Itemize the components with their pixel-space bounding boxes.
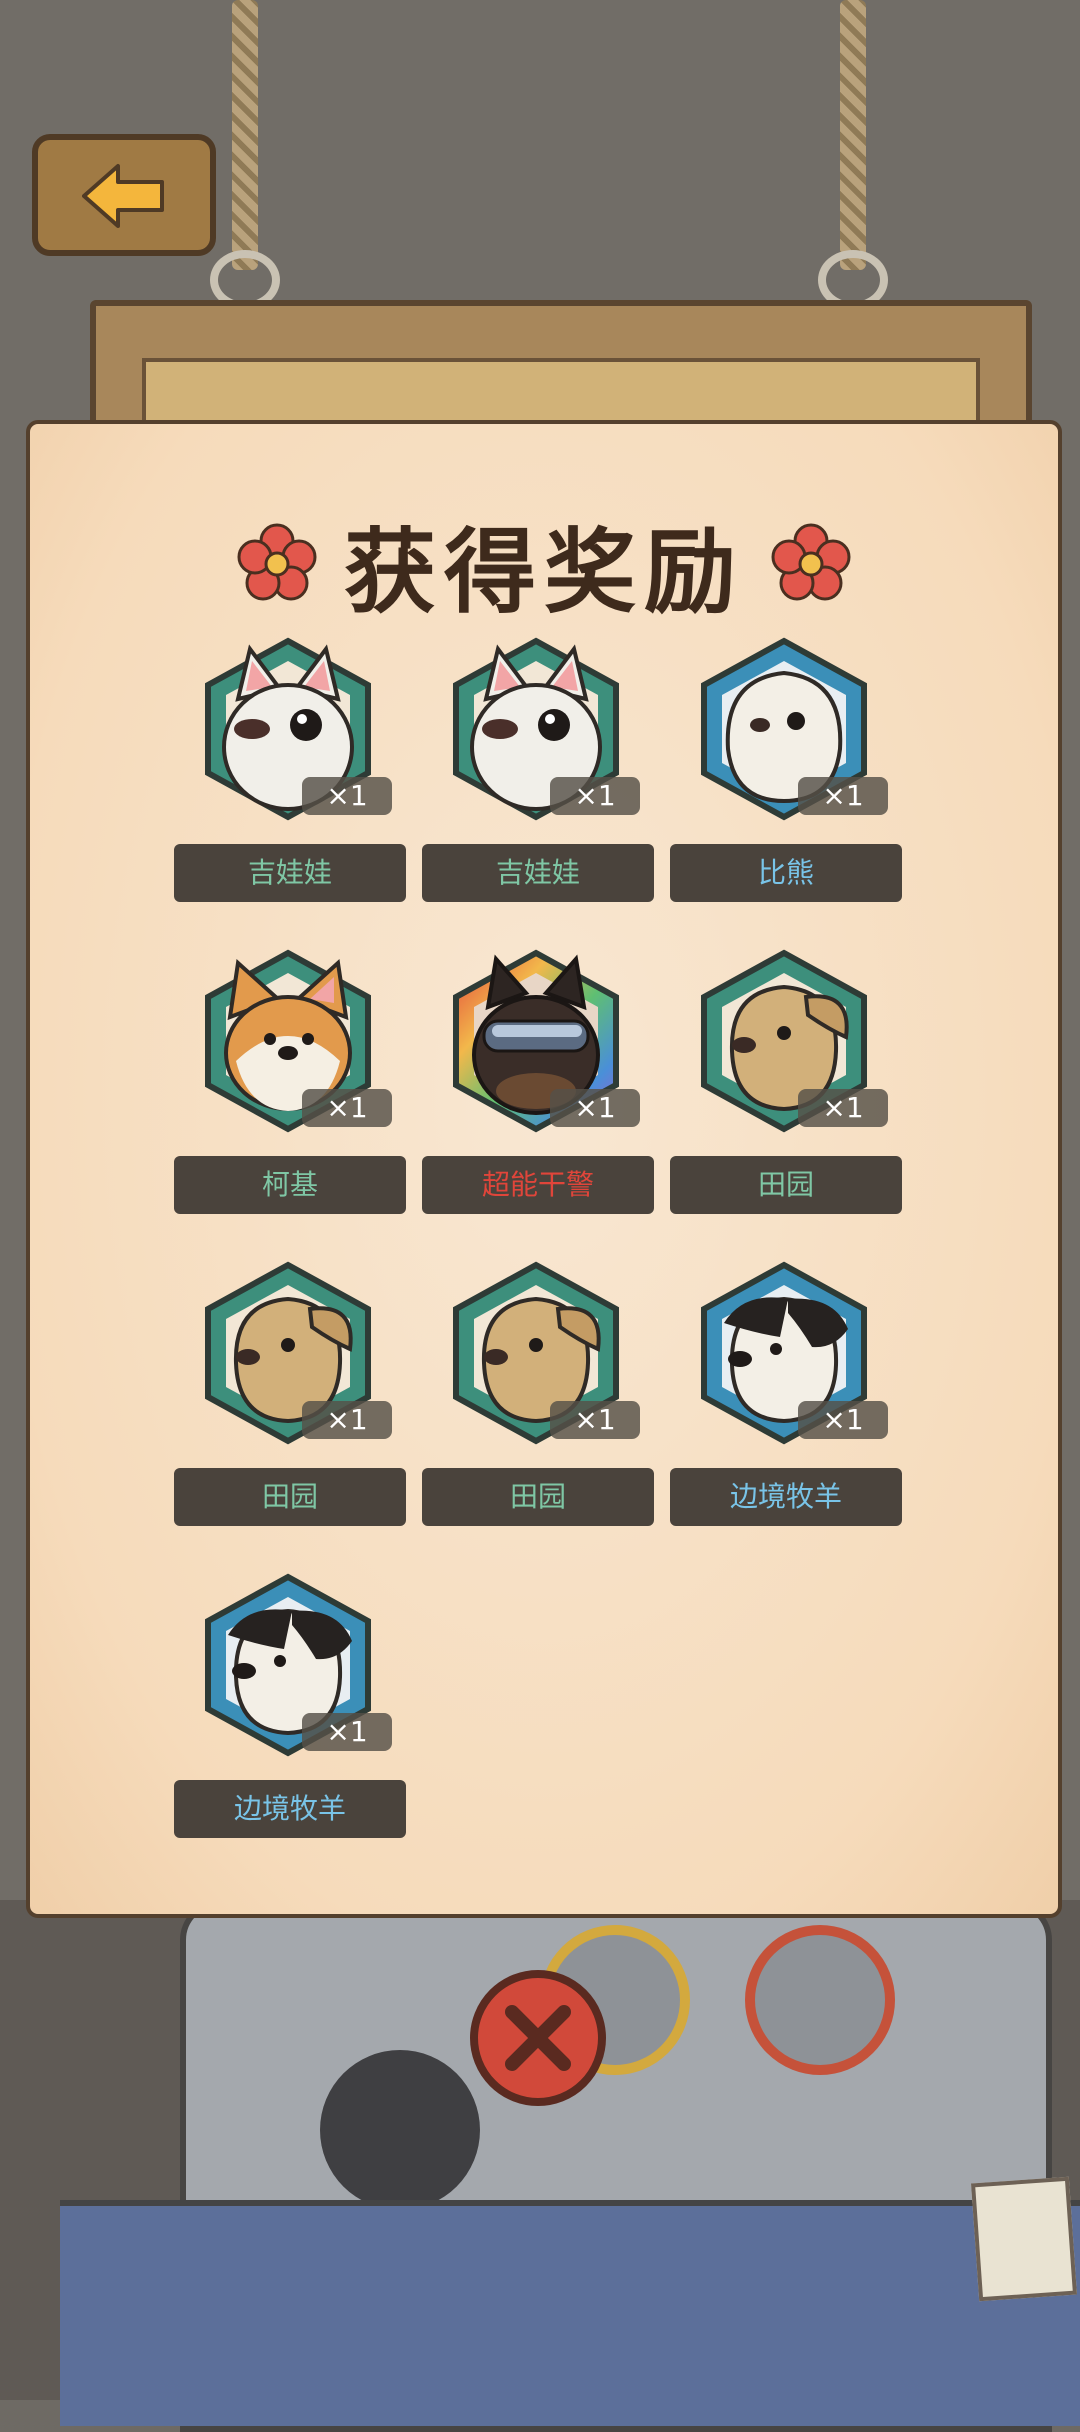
gacha-machine-slot — [320, 2050, 480, 2210]
reward-name: 比熊 — [670, 844, 902, 902]
reward-name: 边境牧羊 — [174, 1780, 406, 1838]
flower-icon — [771, 523, 851, 601]
left-arrow-icon — [82, 164, 164, 228]
reward-card[interactable]: ×1 边境牧羊 — [670, 1253, 902, 1543]
reward-panel: 获得奖励 ×1 吉娃娃 ×1 吉娃娃 ×1 比熊 ×1 柯基 ×1 超能干警 ×… — [26, 420, 1062, 1918]
reward-count: ×1 — [302, 777, 392, 815]
reward-name: 吉娃娃 — [174, 844, 406, 902]
reward-name: 超能干警 — [422, 1156, 654, 1214]
reward-count: ×1 — [550, 777, 640, 815]
reward-card[interactable]: ×1 吉娃娃 — [422, 629, 654, 919]
reward-name: 边境牧羊 — [670, 1468, 902, 1526]
machine-label-tag — [971, 2176, 1077, 2302]
close-button[interactable] — [470, 1970, 606, 2106]
flower-icon — [237, 523, 317, 601]
reward-card[interactable]: ×1 边境牧羊 — [174, 1565, 406, 1855]
reward-count: ×1 — [302, 1089, 392, 1127]
reward-name: 田园 — [422, 1468, 654, 1526]
reward-count: ×1 — [798, 1089, 888, 1127]
reward-card[interactable]: ×1 比熊 — [670, 629, 902, 919]
back-button[interactable] — [32, 134, 216, 256]
reward-count: ×1 — [798, 1401, 888, 1439]
gacha-knob-ten — [745, 1925, 895, 2075]
close-x-icon — [505, 2005, 571, 2071]
reward-name: 柯基 — [174, 1156, 406, 1214]
reward-name: 田园 — [670, 1156, 902, 1214]
reward-card[interactable]: ×1 柯基 — [174, 941, 406, 1231]
reward-card[interactable]: ×1 田园 — [422, 1253, 654, 1543]
reward-count: ×1 — [798, 777, 888, 815]
reward-card[interactable]: ×1 超能干警 — [422, 941, 654, 1231]
hanging-rope-left — [232, 0, 258, 270]
title-row: 获得奖励 — [30, 509, 1058, 626]
reward-name: 吉娃娃 — [422, 844, 654, 902]
reward-name: 田园 — [174, 1468, 406, 1526]
reward-count: ×1 — [550, 1401, 640, 1439]
panel-title: 获得奖励 — [343, 518, 744, 626]
reward-count: ×1 — [550, 1089, 640, 1127]
reward-card[interactable]: ×1 吉娃娃 — [174, 629, 406, 919]
hanging-rope-right — [840, 0, 866, 270]
reward-count: ×1 — [302, 1713, 392, 1751]
reward-card[interactable]: ×1 田园 — [174, 1253, 406, 1543]
reward-count: ×1 — [302, 1401, 392, 1439]
reward-card[interactable]: ×1 田园 — [670, 941, 902, 1231]
gacha-machine-base — [60, 2200, 1080, 2426]
